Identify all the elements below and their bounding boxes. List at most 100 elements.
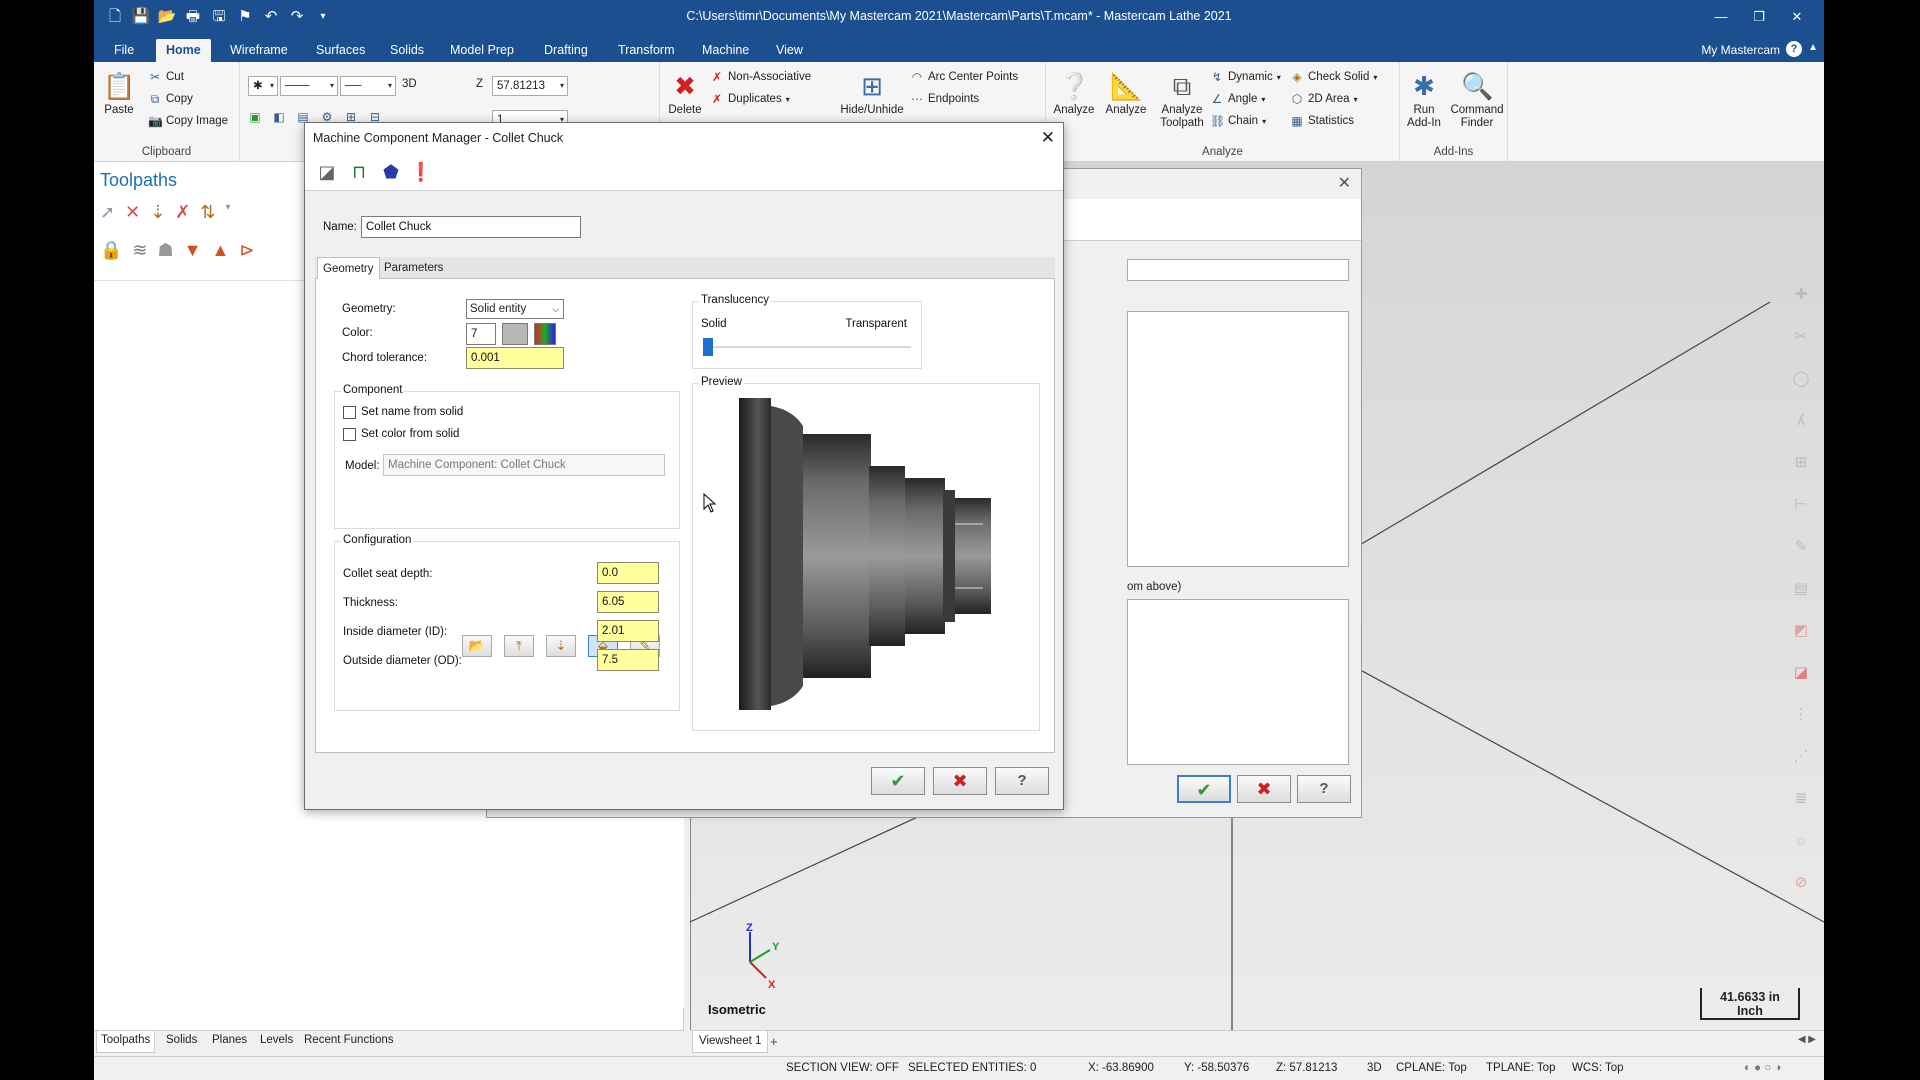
mode-3d-status[interactable]: 3D <box>1367 1062 1382 1074</box>
name-input[interactable]: Collet Chuck <box>361 216 581 238</box>
paste-button[interactable]: 📋 Paste <box>102 70 136 116</box>
background-help-button[interactable]: ? <box>1297 775 1351 803</box>
check-solid-button[interactable]: ◈ Check Solid ▾ <box>1290 70 1377 84</box>
analyze-toolpath-button[interactable]: ⧉ Analyze Toolpath <box>1158 70 1206 130</box>
component-stock-icon[interactable]: ◪ <box>315 160 339 184</box>
deselect-icon[interactable]: ✕ <box>125 202 140 223</box>
cancel-button[interactable]: ✖ <box>933 767 987 795</box>
tab-view[interactable]: View <box>766 39 813 62</box>
analyze-distance-button[interactable]: 📐 Analyze <box>1104 70 1148 116</box>
geometry-type-select[interactable]: Solid entity ⌵ <box>466 299 564 319</box>
chain-button[interactable]: ⛓ Chain ▾ <box>1210 114 1266 128</box>
arc-center-points-button[interactable]: ◠ Arc Center Points <box>910 70 1018 84</box>
color-fill-icon[interactable]: ▣ <box>248 110 262 124</box>
area-2d-button[interactable]: ⬡ 2D Area ▾ <box>1290 92 1358 106</box>
add-viewsheet-icon[interactable]: + <box>770 1034 778 1049</box>
network-icon[interactable]: ⋰ <box>1788 744 1814 770</box>
background-ok-button[interactable]: ✔ <box>1177 775 1231 803</box>
angle-button[interactable]: ∠ Angle ▾ <box>1210 92 1266 106</box>
more-tools-icon[interactable]: ▾ <box>225 202 230 223</box>
set-name-checkbox[interactable] <box>343 406 356 419</box>
color-palette-icon[interactable] <box>534 323 556 345</box>
cut-button[interactable]: ✂ Cut <box>148 70 184 84</box>
zoom-in-icon[interactable]: ✚ <box>1788 282 1814 308</box>
translucency-slider-thumb[interactable] <box>703 338 713 356</box>
section-view-status[interactable]: SECTION VIEW: OFF <box>786 1062 899 1074</box>
cplane-status[interactable]: CPLANE: Top <box>1396 1062 1467 1074</box>
analyze-entity-button[interactable]: ❔ Analyze <box>1052 70 1096 116</box>
tab-wireframe[interactable]: Wireframe <box>220 39 298 62</box>
collapse-ribbon-icon[interactable]: ▲ <box>1808 42 1818 53</box>
dynamic-button[interactable]: ↯ Dynamic ▾ <box>1210 70 1281 84</box>
lock-icon[interactable]: 🔒 <box>100 240 122 261</box>
line-style-combo[interactable]: ─── ▾ <box>280 76 338 96</box>
delete-button[interactable]: ✖ Delete <box>664 70 706 116</box>
restore-icon[interactable]: ❐ <box>1740 4 1778 30</box>
background-dialog-list-2[interactable] <box>1127 599 1349 765</box>
tab-geometry[interactable]: Geometry <box>317 257 380 280</box>
copy-button[interactable]: ⧉ Copy <box>148 92 193 106</box>
display-mode-icons[interactable]: ◐ ● ○ ◑ <box>1744 1062 1781 1074</box>
help-button[interactable]: ? <box>995 767 1049 795</box>
color-number-input[interactable]: 7 <box>466 323 496 345</box>
chuck-jaw-icon[interactable]: ⊓ <box>347 160 371 184</box>
color-swatch[interactable] <box>502 323 528 345</box>
tab-transform[interactable]: Transform <box>608 39 685 62</box>
cancel-circle-icon[interactable]: ⊘ <box>1788 870 1814 896</box>
endpoints-button[interactable]: ⋯ Endpoints <box>910 92 979 106</box>
ok-button[interactable]: ✔ <box>871 767 925 795</box>
insert-arrow-icon[interactable]: ⊳ <box>239 240 254 261</box>
background-dialog-list[interactable] <box>1127 311 1349 567</box>
minimize-icon[interactable]: — <box>1702 4 1740 30</box>
hide-unhide-button[interactable]: ⊞ Hide/Unhide <box>838 70 906 116</box>
sheet-nav-arrows-icon[interactable]: ◀ ▶ <box>1798 1034 1816 1045</box>
curve-icon[interactable]: ʎ <box>1788 408 1814 434</box>
toggle-display-icon[interactable]: ≋ <box>132 240 147 261</box>
view-3d-toggle[interactable]: 3D <box>402 78 417 90</box>
sun-icon[interactable]: ☼ <box>1788 828 1814 854</box>
regenerate-dirty-icon[interactable]: ✗ <box>175 202 190 223</box>
red-plane-icon[interactable]: ◪ <box>1788 660 1814 686</box>
set-color-checkbox[interactable] <box>343 428 356 441</box>
select-all-icon[interactable]: ➚ <box>100 202 115 223</box>
tab-recent-functions[interactable]: Recent Functions <box>304 1034 394 1046</box>
statistics-button[interactable]: ▦ Statistics <box>1290 114 1354 128</box>
close-window-icon[interactable]: ✕ <box>1778 4 1816 30</box>
ghost-icon[interactable]: ☗ <box>158 240 174 261</box>
duplicates-button[interactable]: ✗ Duplicates ▾ <box>710 92 790 106</box>
dialog-close-icon[interactable]: ✕ <box>1041 123 1055 153</box>
orbit-icon[interactable]: ◯ <box>1788 366 1814 392</box>
regenerate-icon[interactable]: ⇣ <box>150 202 165 223</box>
non-associative-button[interactable]: ✗ Non-Associative <box>710 70 811 84</box>
background-dialog-close-icon[interactable]: ✕ <box>1338 173 1351 193</box>
tab-model-prep[interactable]: Model Prep <box>440 39 524 62</box>
chord-tolerance-input[interactable]: 0.001 <box>466 347 564 369</box>
tab-solids-manager[interactable]: Solids <box>166 1034 197 1046</box>
command-finder-button[interactable]: 🔍 Command Finder <box>1448 70 1506 130</box>
tab-machine[interactable]: Machine <box>692 39 759 62</box>
inside-diameter-input[interactable]: 2.01 <box>597 620 659 642</box>
pin-icon[interactable]: ✎ <box>1788 534 1814 560</box>
zoom-out-icon[interactable]: ✂ <box>1788 324 1814 350</box>
tab-file[interactable]: File <box>104 39 144 62</box>
translucency-slider-track[interactable] <box>703 346 911 348</box>
background-cancel-button[interactable]: ✖ <box>1237 775 1291 803</box>
collet-seat-depth-input[interactable]: 0.0 <box>597 562 659 584</box>
measure-icon[interactable]: ⊢ <box>1788 492 1814 518</box>
line-width-combo[interactable]: ── ▾ <box>340 76 396 96</box>
tab-solids[interactable]: Solids <box>380 39 434 62</box>
solid-color-icon[interactable]: ◧ <box>272 110 286 124</box>
point-style-combo[interactable]: ✱ ▾ <box>248 76 278 96</box>
stack-icon[interactable]: ⋮ <box>1788 702 1814 728</box>
layers-icon[interactable]: ▤ <box>1788 576 1814 602</box>
tailstock-icon[interactable]: ❗ <box>409 160 433 184</box>
collet-icon[interactable]: ⬟ <box>379 160 403 184</box>
background-dialog-input[interactable] <box>1127 259 1349 281</box>
outside-diameter-input[interactable]: 7.5 <box>597 649 659 671</box>
help-icon[interactable]: ? <box>1786 41 1802 57</box>
tplane-status[interactable]: TPLANE: Top <box>1486 1062 1555 1074</box>
z-depth-combo[interactable]: 57.81213 ▾ <box>492 76 568 96</box>
grid-view-icon[interactable]: ⊞ <box>1788 450 1814 476</box>
tab-viewsheet-1[interactable]: Viewsheet 1 <box>692 1031 769 1053</box>
tab-drafting[interactable]: Drafting <box>534 39 598 62</box>
